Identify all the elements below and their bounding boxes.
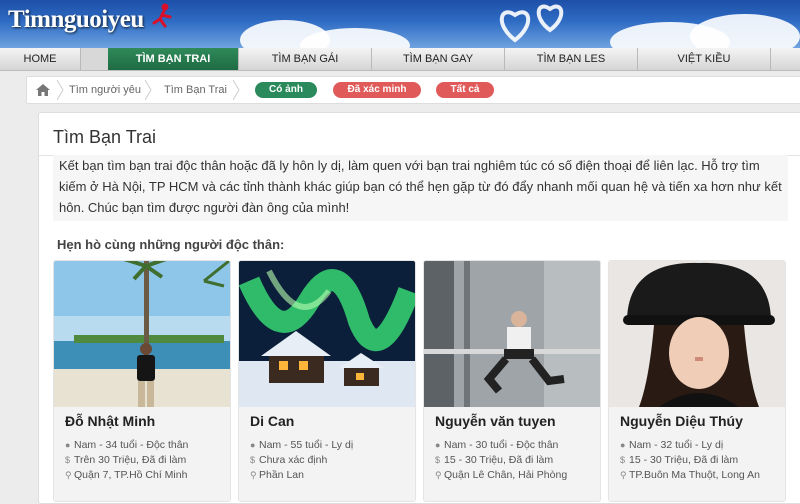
profile-name[interactable]: Đỗ Nhật Minh [65,413,155,429]
profile-card[interactable]: Di Can ● Nam - 55 tuổi - Ly dị $ Chưa xác … [238,260,416,502]
profile-basic: ● Nam - 30 tuổi - Độc thân [435,439,558,451]
profile-basic-text: Nam - 30 tuổi - Độc thân [444,439,559,451]
profile-basic-text: Nam - 32 tuổi - Ly dị [629,439,724,451]
intro-text: Kết bạn tìm bạn trai độc thân hoặc đã ly… [59,158,782,215]
profile-location-text: Phần Lan [259,469,304,481]
profile-info: Đỗ Nhật Minh ● Nam - 34 tuổi - Độc thân $… [54,407,230,501]
profile-card[interactable]: Đỗ Nhật Minh ● Nam - 34 tuổi - Độc thân $… [53,260,231,502]
breadcrumb-tim-nguoi-yeu[interactable]: Tìm người yêu [69,77,141,103]
profile-income-text: 15 - 30 Triệu, Đã đi làm [629,454,739,466]
nav-more[interactable] [771,48,800,70]
breadcrumb-separator [232,80,240,100]
main-panel: Tìm Bạn Trai Kết bạn tìm bạn trai độc th… [38,112,800,504]
profile-income-text: 15 - 30 Triệu, Đã đi làm [444,454,554,466]
profile-info: Nguyễn Diệu Thúy ● Nam - 32 tuổi - Ly dị … [609,407,785,501]
profile-location: ⚲ Quận 7, TP.Hồ Chí Minh [65,469,187,481]
profile-photo[interactable] [239,261,415,407]
person-icon: ● [65,440,71,450]
intro-box: Kết bạn tìm bạn trai độc thân hoặc đã ly… [53,155,788,221]
profile-location-text: Quận Lê Chân, Hải Phòng [444,469,568,481]
profile-name[interactable]: Di Can [250,413,294,429]
hearts-decoration [499,4,564,43]
nav-home[interactable]: HOME [0,48,81,70]
profile-location: ⚲ TP.Buôn Ma Thuột, Long An [620,469,760,481]
profile-income-text: Chưa xác định [259,454,328,466]
person-icon: ● [250,440,256,450]
profile-info: Di Can ● Nam - 55 tuổi - Ly dị $ Chưa xác … [239,407,415,501]
map-pin-icon: ⚲ [435,470,442,480]
filter-da-xac-minh[interactable]: Đã xác minh [333,82,421,98]
profile-basic-text: Nam - 34 tuổi - Độc thân [74,439,189,451]
profile-basic: ● Nam - 55 tuổi - Ly dị [250,439,353,451]
nav-tim-ban-gai[interactable]: TÌM BẠN GÁI [239,48,372,70]
map-pin-icon: ⚲ [250,470,257,480]
filter-co-anh[interactable]: Có ảnh [255,82,317,98]
map-pin-icon: ⚲ [620,470,627,480]
person-icon: ● [435,440,441,450]
header-cloud [690,14,800,48]
profile-income-text: Trên 30 Triệu, Đã đi làm [74,454,187,466]
nav-tim-ban-gay[interactable]: TÌM BẠN GAY [372,48,505,70]
profile-photo[interactable] [54,261,230,407]
profile-basic: ● Nam - 32 tuổi - Ly dị [620,439,723,451]
dollar-icon: $ [250,455,256,465]
profile-card[interactable]: Nguyễn Diệu Thúy ● Nam - 32 tuổi - Ly dị … [608,260,786,502]
dollar-icon: $ [435,455,441,465]
profile-location-text: TP.Buôn Ma Thuột, Long An [629,469,760,481]
profile-info: Nguyễn văn tuyen ● Nam - 30 tuổi - Độc th… [424,407,600,501]
profile-name[interactable]: Nguyễn văn tuyen [435,413,556,429]
breadcrumb-separator [144,80,152,100]
dollar-icon: $ [620,455,626,465]
profile-income: $15 - 30 Triệu, Đã đi làm [620,454,738,466]
breadcrumb: Tìm người yêu Tìm Bạn Trai Có ảnh Đã xác… [26,76,800,104]
home-icon[interactable] [35,82,51,98]
map-pin-icon: ⚲ [65,470,72,480]
main-nav: HOME TÌM BẠN TRAI TÌM BẠN GÁI TÌM BẠN GA… [0,48,800,71]
profile-income: $ Trên 30 Triệu, Đã đi làm [65,454,186,466]
nav-tim-ban-les[interactable]: TÌM BẠN LES [505,48,638,70]
site-header: Timnguoiyeu [0,0,800,48]
site-logo[interactable]: Timnguoiyeu [8,6,144,34]
profile-income: $15 - 30 Triệu, Đã đi làm [435,454,553,466]
breadcrumb-tim-ban-trai[interactable]: Tìm Bạn Trai [164,77,227,103]
profile-name[interactable]: Nguyễn Diệu Thúy [620,413,743,429]
profile-photo[interactable] [424,261,600,407]
profile-basic-text: Nam - 55 tuổi - Ly dị [259,439,354,451]
profile-card[interactable]: Nguyễn văn tuyen ● Nam - 30 tuổi - Độc th… [423,260,601,502]
breadcrumb-separator [56,80,64,100]
dollar-icon: $ [65,455,71,465]
profile-location-text: Quận 7, TP.Hồ Chí Minh [74,469,188,481]
profile-basic: ● Nam - 34 tuổi - Độc thân [65,439,188,451]
person-icon: ● [620,440,626,450]
cupid-icon [152,3,172,28]
nav-tim-ban-trai[interactable]: TÌM BẠN TRAI [108,48,239,70]
profile-location: ⚲ Quận Lê Chân, Hải Phòng [435,469,567,481]
nav-viet-kieu[interactable]: VIỆT KIỀU [638,48,771,70]
filter-tat-ca[interactable]: Tất cả [436,82,494,98]
section-heading: Hẹn hò cùng những người độc thân: [57,237,285,252]
profile-income: $ Chưa xác định [250,454,327,466]
profile-location: ⚲ Phần Lan [250,469,304,481]
page-title: Tìm Bạn Trai [53,127,157,147]
profile-photo[interactable] [609,261,785,407]
